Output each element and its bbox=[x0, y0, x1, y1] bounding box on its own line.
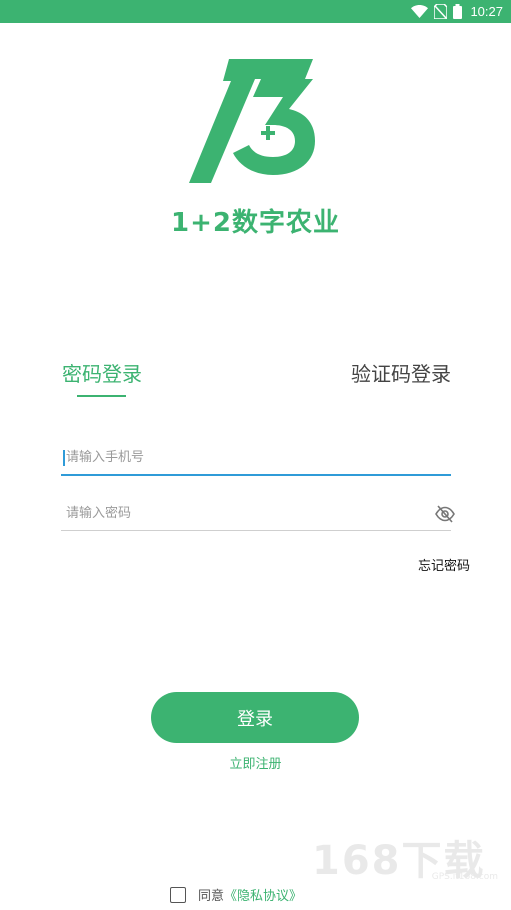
eye-off-icon[interactable] bbox=[434, 503, 456, 525]
wifi-icon bbox=[411, 5, 429, 18]
app-title: 1+2数字农业 bbox=[171, 208, 340, 238]
tab-code-login[interactable]: 验证码登录 bbox=[351, 358, 451, 387]
agreement-checkbox[interactable] bbox=[170, 886, 186, 903]
forgot-password-link[interactable]: 忘记密码 bbox=[418, 555, 470, 574]
status-icons: 10:27 bbox=[411, 2, 503, 21]
privacy-agreement-link[interactable]: 《隐私协议》 bbox=[224, 885, 302, 904]
agreement-text: 同意 bbox=[198, 889, 225, 904]
sim-no-signal-icon bbox=[434, 4, 448, 19]
status-time: 10:27 bbox=[470, 4, 503, 19]
agreement-row: 同意 《隐私协议》 bbox=[170, 885, 302, 904]
phone-field bbox=[61, 442, 456, 476]
active-tab-indicator bbox=[77, 395, 126, 397]
register-link[interactable]: 立即注册 bbox=[0, 753, 511, 772]
login-button[interactable]: 登录 bbox=[151, 692, 359, 743]
login-screen: 10:27 1+2数字农业 密码登录 验证码登录 忘记密码 bbox=[0, 0, 511, 910]
text-caret bbox=[63, 450, 65, 466]
phone-input[interactable] bbox=[61, 442, 456, 472]
watermark: 168下载 GPS.it168.com bbox=[312, 828, 502, 888]
battery-icon bbox=[453, 4, 463, 19]
password-input[interactable] bbox=[61, 498, 456, 528]
app-logo-icon bbox=[187, 57, 315, 185]
password-field bbox=[61, 498, 456, 531]
watermark-url: GPS.it168.com bbox=[431, 872, 498, 882]
status-bar: 10:27 bbox=[0, 0, 511, 23]
tab-password-login[interactable]: 密码登录 bbox=[62, 358, 142, 387]
